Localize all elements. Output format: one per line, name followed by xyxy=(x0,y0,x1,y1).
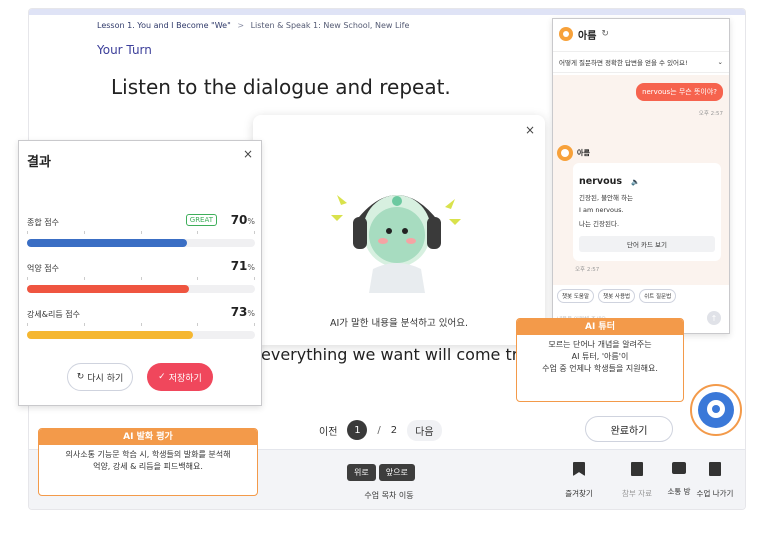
chat-room-icon xyxy=(672,462,686,474)
section-label: Your Turn xyxy=(97,43,152,57)
breadcrumb-separator-icon: > xyxy=(237,21,245,30)
nav-forward-button[interactable]: 앞으로 xyxy=(378,464,415,481)
breadcrumb-lesson[interactable]: Lesson 1. You and I Become "We" xyxy=(97,21,231,30)
progress-track xyxy=(27,239,255,247)
chat-title: 아름 xyxy=(578,30,597,42)
word-card-button[interactable]: 단어 카드 보기 xyxy=(579,236,715,252)
analyzing-message: AI가 말한 내용을 분석하고 있어요. xyxy=(329,318,469,329)
check-icon: ✓ xyxy=(158,372,166,382)
metric-ticks xyxy=(27,277,255,281)
metric-label: 강세&리듬 점수 xyxy=(27,310,80,319)
chat-chips: 챗봇 도움말 챗봇 사용법 쉬트 질문법 xyxy=(557,289,677,303)
ai-tutor-callout: AI 튜터 모르는 단어나 개념을 알려주는 AI 튜터, '아름'이 수업 중… xyxy=(516,318,684,402)
chevron-down-icon[interactable]: ⌄ xyxy=(718,58,723,66)
user-message: nervous는 무슨 뜻이야? xyxy=(636,83,723,101)
tutor-avatar-icon xyxy=(559,27,573,41)
chat-messages: nervous는 무슨 뜻이야? 오후 2:57 아름 nervous 🔈 긴장… xyxy=(553,75,729,285)
bookmark-tool[interactable]: 즐겨찾기 xyxy=(557,462,601,499)
chip-usage[interactable]: 챗봇 사용법 xyxy=(598,289,636,303)
bot-header: 아름 xyxy=(557,145,590,161)
ai-tutor-chat-panel: 아름 ↻ 어떻게 질문하면 정확한 답변을 얻을 수 있어요! ⌄ nervou… xyxy=(552,18,730,334)
total-pages: 2 xyxy=(390,424,398,436)
exit-tool[interactable]: 수업 나가기 xyxy=(693,462,737,499)
tool-label: 수업 나가기 xyxy=(696,489,734,498)
example-english: I am nervous. xyxy=(579,206,624,214)
tool-label: 즐겨찾기 xyxy=(565,489,593,498)
robot-headphones-illustration xyxy=(331,195,461,293)
progress-track xyxy=(27,331,255,339)
message-time: 오후 2:57 xyxy=(575,267,600,273)
callout-body: 의사소통 기능문 학습 시, 학생들의 발화를 분석해 억양, 강세 & 리듬을… xyxy=(65,450,231,471)
nav-up-button[interactable]: 위로 xyxy=(347,464,376,481)
metric-value: 73% xyxy=(230,305,255,319)
metric-value: 70% xyxy=(230,213,255,227)
metric-label: 종합 점수 xyxy=(27,218,59,227)
screenshot-root: Lesson 1. You and I Become "We" > Listen… xyxy=(0,0,760,540)
send-icon[interactable]: ↑ xyxy=(707,311,721,325)
tool-label: 참부 자료 xyxy=(622,489,652,498)
ai-tutor-launcher[interactable] xyxy=(690,384,742,436)
next-button[interactable]: 다음 xyxy=(407,419,442,441)
chat-header: 아름 ↻ xyxy=(553,19,729,49)
tutor-face-icon xyxy=(698,392,734,428)
message-time: 오후 2:57 xyxy=(698,111,723,117)
save-button[interactable]: ✓ 저장하기 xyxy=(147,363,213,391)
progress-fill xyxy=(27,331,194,339)
pagination: 이전 1 / 2 다음 xyxy=(319,419,442,441)
tutor-avatar-icon xyxy=(557,145,573,161)
callout-title: AI 튜터 xyxy=(517,319,683,335)
chip-help[interactable]: 챗봇 도움말 xyxy=(557,289,595,303)
page-separator: / xyxy=(377,424,381,436)
retry-button[interactable]: ↻ 다시 하기 xyxy=(67,363,133,391)
speaker-icon[interactable]: 🔈 xyxy=(631,178,640,186)
instruction-text: Listen to the dialogue and repeat. xyxy=(111,75,451,99)
progress-fill xyxy=(27,285,189,293)
attachment-icon xyxy=(631,462,643,476)
chip-question-tips[interactable]: 쉬트 질문법 xyxy=(639,289,677,303)
metric-value: 71% xyxy=(230,259,255,273)
result-panel: 결과 × 종합 점수 GREAT 70% 억양 점수 71% 강세&리듬 점수 … xyxy=(18,140,262,406)
breadcrumb: Lesson 1. You and I Become "We" > Listen… xyxy=(97,21,409,30)
bot-name: 아름 xyxy=(577,149,590,157)
progress-fill xyxy=(27,239,187,247)
refresh-icon: ↻ xyxy=(76,372,85,382)
bookmark-icon xyxy=(573,462,585,476)
save-label: 저장하기 xyxy=(168,373,202,384)
metric-ticks xyxy=(27,231,255,235)
analyzing-modal: × AI가 말한 내용을 분석하고 있어요. xyxy=(253,115,545,345)
exit-icon xyxy=(709,462,721,476)
chat-tip-text: 어떻게 질문하면 정확한 답변을 얻을 수 있어요! xyxy=(559,59,688,67)
complete-button[interactable]: 완료하기 xyxy=(585,416,673,442)
breadcrumb-sub: Listen & Speak 1: New School, New Life xyxy=(250,21,410,30)
nav-label: 수업 목차 이동 xyxy=(364,491,414,500)
ai-speech-callout: AI 발화 평가 의사소통 기능문 학습 시, 학생들의 발화를 분석해 억양,… xyxy=(38,428,258,496)
callout-body: 모르는 단어나 개념을 알려주는 AI 튜터, '아름'이 수업 중 언제나 학… xyxy=(542,340,658,373)
close-icon[interactable]: × xyxy=(243,147,253,161)
refresh-icon[interactable]: ↻ xyxy=(601,29,609,39)
progress-track xyxy=(27,285,255,293)
bot-word: nervous xyxy=(579,176,623,187)
result-title: 결과 xyxy=(27,155,51,170)
word-meaning: 긴장된, 불안해 하는 xyxy=(579,194,634,202)
bot-word-card: nervous 🔈 긴장된, 불안해 하는 I am nervous. 나는 긴… xyxy=(573,163,721,261)
top-accent-bar xyxy=(29,9,745,15)
metric-ticks xyxy=(27,323,255,327)
close-icon[interactable]: × xyxy=(525,123,535,137)
chat-tip-bar[interactable]: 어떻게 질문하면 정확한 답변을 얻을 수 있어요! ⌄ xyxy=(553,51,729,73)
current-page[interactable]: 1 xyxy=(347,420,368,440)
prev-button[interactable]: 이전 xyxy=(319,423,337,438)
example-korean: 나는 긴장된다. xyxy=(579,220,620,228)
great-badge: GREAT xyxy=(185,214,217,226)
lesson-nav-group: 위로 앞으로 xyxy=(347,464,415,481)
metric-label: 억양 점수 xyxy=(27,264,59,273)
callout-title: AI 발화 평가 xyxy=(39,429,257,445)
attachment-tool[interactable]: 참부 자료 xyxy=(615,462,659,499)
dialogue-line: everything we want will come true. xyxy=(261,345,544,364)
retry-label: 다시 하기 xyxy=(87,373,124,384)
